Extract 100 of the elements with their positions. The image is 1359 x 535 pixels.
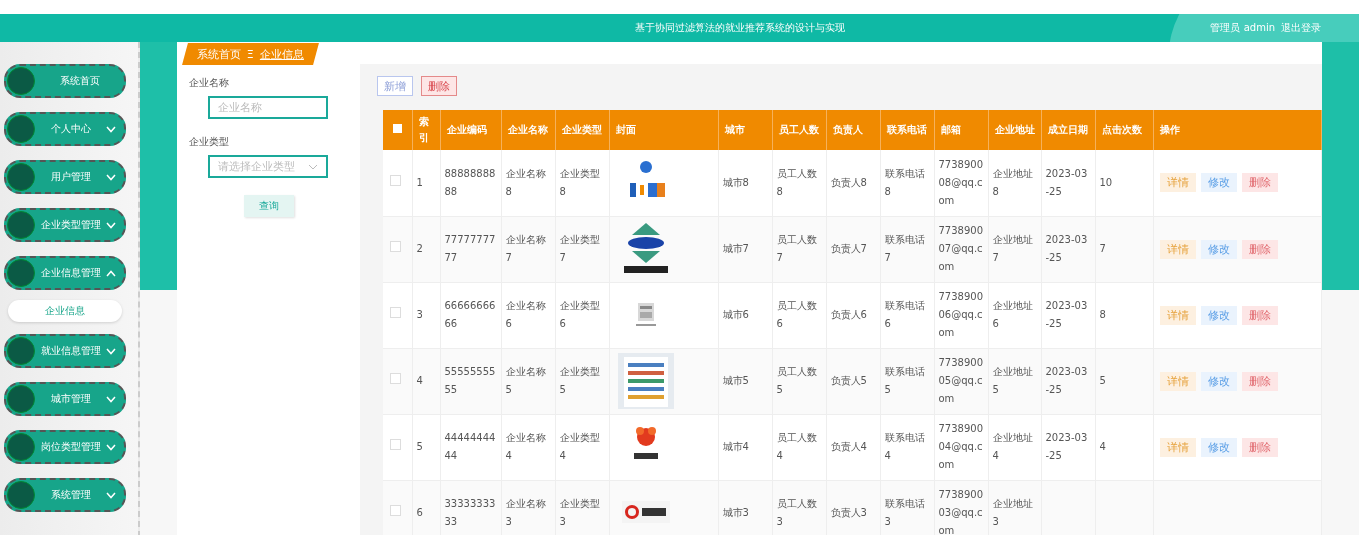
row-checkbox[interactable] xyxy=(390,241,401,252)
code-cell: 7777777777 xyxy=(440,216,501,282)
menu-item[interactable]: 就业信息管理 xyxy=(4,334,126,368)
row-checkbox[interactable] xyxy=(390,307,401,318)
index-cell: 1 xyxy=(412,150,440,216)
row-checkbox[interactable] xyxy=(390,373,401,384)
add-button[interactable]: 新增 xyxy=(377,76,413,96)
staff-cell: 员工人数3 xyxy=(772,480,826,535)
chevron-down-icon xyxy=(308,163,318,170)
type-cell: 企业类型7 xyxy=(555,216,609,282)
row-checkbox[interactable] xyxy=(390,439,401,450)
address-cell: 企业地址7 xyxy=(988,216,1041,282)
address-cell: 企业地址6 xyxy=(988,282,1041,348)
address-cell: 企业地址8 xyxy=(988,150,1041,216)
email-cell: 773890008@qq.com xyxy=(934,150,988,216)
delete-button[interactable]: 删除 xyxy=(1241,437,1278,457)
detail-button[interactable]: 详情 xyxy=(1159,371,1196,391)
date-cell: 2023-03-25 xyxy=(1041,414,1095,480)
menu-item[interactable]: 系统首页 xyxy=(4,64,126,98)
menu-item[interactable]: 城市管理 xyxy=(4,382,126,416)
edit-button[interactable]: 修改 xyxy=(1200,239,1237,259)
clicks-cell: 7 xyxy=(1095,216,1153,282)
edit-button[interactable]: 修改 xyxy=(1200,173,1237,193)
date-cell: 2023-03-25 xyxy=(1041,348,1095,414)
code-cell: 8888888888 xyxy=(440,150,501,216)
staff-cell: 员工人数7 xyxy=(772,216,826,282)
phone-cell: 联系电话3 xyxy=(880,480,934,535)
phone-cell: 联系电话6 xyxy=(880,282,934,348)
staff-cell: 员工人数5 xyxy=(772,348,826,414)
address-cell: 企业地址3 xyxy=(988,480,1041,535)
column-header: 企业名称 xyxy=(501,110,555,150)
search-button[interactable]: 查询 xyxy=(244,195,294,217)
name-cell: 企业名称4 xyxy=(501,414,555,480)
select-all-checkbox[interactable] xyxy=(393,124,402,133)
breadcrumb-separator: Ξ xyxy=(247,47,254,60)
email-cell: 773890007@qq.com xyxy=(934,216,988,282)
menu-item[interactable]: 系统管理 xyxy=(4,478,126,512)
delete-button[interactable]: 删除 xyxy=(1241,239,1278,259)
menu-item[interactable]: 企业信息管理 xyxy=(4,256,126,290)
breadcrumb-link[interactable]: 企业信息 xyxy=(259,46,304,61)
column-header: 索引 xyxy=(412,110,440,150)
city-cell: 城市8 xyxy=(718,150,772,216)
submenu-item[interactable]: 企业信息 xyxy=(8,300,122,322)
staff-cell: 员工人数8 xyxy=(772,150,826,216)
email-cell: 773890006@qq.com xyxy=(934,282,988,348)
row-checkbox[interactable] xyxy=(390,505,401,516)
city-cell: 城市5 xyxy=(718,348,772,414)
detail-button[interactable]: 详情 xyxy=(1159,173,1196,193)
code-cell: 5555555555 xyxy=(440,348,501,414)
clicks-cell: 5 xyxy=(1095,348,1153,414)
row-checkbox[interactable] xyxy=(390,174,401,186)
field-label: 企业类型 xyxy=(189,135,230,149)
detail-button[interactable]: 详情 xyxy=(1159,305,1196,325)
menu-item[interactable]: 岗位类型管理 xyxy=(4,430,126,464)
address-cell: 企业地址5 xyxy=(988,348,1041,414)
city-cell: 城市3 xyxy=(718,480,772,535)
manager-cell: 负责人8 xyxy=(826,150,880,216)
index-cell: 2 xyxy=(412,216,440,282)
column-header: 联系电话 xyxy=(880,110,934,150)
city-cell: 城市6 xyxy=(718,282,772,348)
menu-item[interactable]: 个人中心 xyxy=(4,112,126,146)
city-cell: 城市7 xyxy=(718,216,772,282)
name-cell: 企业名称6 xyxy=(501,282,555,348)
manager-cell: 负责人7 xyxy=(826,216,880,282)
logout-link[interactable]: 退出登录 xyxy=(1281,21,1321,35)
code-cell: 3333333333 xyxy=(440,480,501,535)
delete-button[interactable]: 删除 xyxy=(1241,371,1278,391)
column-header: 邮箱 xyxy=(934,110,988,150)
user-label: 管理员 admin xyxy=(1210,21,1275,35)
column-header: 点击次数 xyxy=(1095,110,1153,150)
column-header: 员工人数 xyxy=(772,110,826,150)
breadcrumb-link[interactable]: 系统首页 xyxy=(197,46,241,61)
manager-cell: 负责人5 xyxy=(826,348,880,414)
column-header: 企业编码 xyxy=(440,110,501,150)
manager-cell: 负责人6 xyxy=(826,282,880,348)
index-cell: 3 xyxy=(412,282,440,348)
edit-button[interactable]: 修改 xyxy=(1200,305,1237,325)
name-cell: 企业名称3 xyxy=(501,480,555,535)
menu-item[interactable]: 企业类型管理 xyxy=(4,208,126,242)
delete-button[interactable]: 删除 xyxy=(1241,173,1278,193)
index-cell: 4 xyxy=(412,348,440,414)
column-header: 企业类型 xyxy=(555,110,609,150)
detail-button[interactable]: 详情 xyxy=(1159,437,1196,457)
name-cell: 企业名称5 xyxy=(501,348,555,414)
date-cell: 2023-03-25 xyxy=(1041,150,1095,216)
menu-item[interactable]: 用户管理 xyxy=(4,160,126,194)
phone-cell: 联系电话5 xyxy=(880,348,934,414)
column-header: 操作 xyxy=(1153,110,1321,150)
column-header: 成立日期 xyxy=(1041,110,1095,150)
date-cell: 2023-03-25 xyxy=(1041,216,1095,282)
edit-button[interactable]: 修改 xyxy=(1200,437,1237,457)
clicks-cell: 4 xyxy=(1095,414,1153,480)
email-cell: 773890004@qq.com xyxy=(934,414,988,480)
phone-cell: 联系电话7 xyxy=(880,216,934,282)
detail-button[interactable]: 详情 xyxy=(1159,239,1196,259)
edit-button[interactable]: 修改 xyxy=(1200,371,1237,391)
code-cell: 4444444444 xyxy=(440,414,501,480)
clicks-cell: 8 xyxy=(1095,282,1153,348)
delete-button[interactable]: 删除 xyxy=(421,76,457,96)
delete-button[interactable]: 删除 xyxy=(1241,305,1278,325)
